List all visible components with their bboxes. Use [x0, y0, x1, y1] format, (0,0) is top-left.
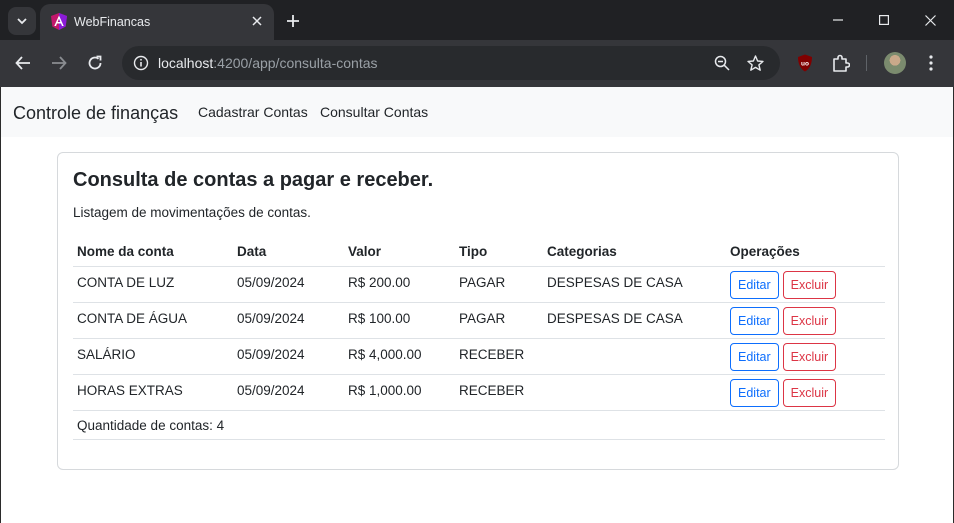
table-row: HORAS EXTRAS 05/09/2024 R$ 1,000.00 RECE…: [73, 374, 885, 411]
delete-button[interactable]: Excluir: [782, 270, 837, 299]
reload-button[interactable]: [82, 50, 108, 76]
column-header: Nome da conta: [73, 234, 233, 267]
cell-valor: R$ 1,000.00: [344, 374, 455, 411]
browser-window: WebFinancas localhost:4200/app/consulta-…: [0, 0, 954, 523]
minimize-icon: [833, 19, 843, 21]
cell-valor: R$ 4,000.00: [344, 338, 455, 375]
contas-table: Nome da conta Data Valor Tipo Categorias…: [73, 234, 885, 440]
table-footer-row: Quantidade de contas: 4: [73, 410, 885, 440]
browser-toolbar: localhost:4200/app/consulta-contas uo: [0, 40, 954, 87]
cell-operacoes: Editar Excluir: [726, 302, 885, 339]
delete-button[interactable]: Excluir: [782, 378, 837, 407]
bookmark-button[interactable]: [745, 53, 765, 73]
nav-link-consultar[interactable]: Consultar Contas: [320, 104, 428, 120]
contas-card: Consulta de contas a pagar e receber. Li…: [57, 152, 899, 470]
column-header: Data: [233, 234, 344, 267]
close-window-button[interactable]: [910, 6, 950, 34]
star-icon: [746, 54, 764, 71]
close-icon: [252, 16, 262, 26]
table-row: CONTA DE LUZ 05/09/2024 R$ 200.00 PAGAR …: [73, 266, 885, 303]
ublock-origin-icon[interactable]: uo: [797, 54, 813, 72]
puzzle-icon: [833, 54, 850, 72]
new-tab-button[interactable]: [282, 10, 304, 32]
contas-count: Quantidade de contas: 4: [73, 410, 885, 440]
navbar: Controle de finanças Cadastrar Contas Co…: [1, 87, 953, 137]
site-info-button[interactable]: [131, 53, 151, 73]
chevron-down-icon: [17, 18, 27, 25]
url-host: localhost: [158, 55, 214, 71]
edit-button[interactable]: Editar: [730, 270, 779, 299]
maximize-icon: [879, 15, 889, 25]
tab-close-button[interactable]: [248, 12, 266, 30]
column-header: Valor: [344, 234, 455, 267]
edit-button[interactable]: Editar: [730, 306, 779, 335]
zoom-button[interactable]: [712, 53, 732, 73]
delete-button[interactable]: Excluir: [782, 306, 837, 335]
cell-operacoes: Editar Excluir: [726, 338, 885, 375]
tab-title: WebFinancas: [74, 15, 151, 29]
cell-nome: HORAS EXTRAS: [73, 374, 233, 411]
cell-valor: R$ 100.00: [344, 302, 455, 339]
address-bar[interactable]: localhost:4200/app/consulta-contas: [122, 46, 780, 80]
arrow-right-icon: [52, 56, 67, 70]
cell-categoria: [543, 374, 726, 411]
maximize-button[interactable]: [864, 6, 904, 34]
minimize-button[interactable]: [818, 6, 858, 34]
cell-tipo: PAGAR: [455, 302, 543, 339]
cell-categoria: DESPESAS DE CASA: [543, 266, 726, 303]
edit-button[interactable]: Editar: [730, 378, 779, 407]
menu-button[interactable]: [920, 52, 942, 74]
cell-tipo: PAGAR: [455, 266, 543, 303]
cell-tipo: RECEBER: [455, 374, 543, 411]
table-row: SALÁRIO 05/09/2024 R$ 4,000.00 RECEBER E…: [73, 338, 885, 375]
cell-categoria: DESPESAS DE CASA: [543, 302, 726, 339]
cell-data: 05/09/2024: [233, 266, 344, 303]
kebab-menu-icon: [929, 55, 933, 71]
info-icon: [133, 55, 149, 71]
cell-nome: SALÁRIO: [73, 338, 233, 375]
cell-operacoes: Editar Excluir: [726, 374, 885, 411]
edit-button[interactable]: Editar: [730, 342, 779, 371]
reload-icon: [88, 55, 102, 70]
delete-button[interactable]: Excluir: [782, 342, 837, 371]
svg-text:uo: uo: [801, 61, 809, 68]
nav-link-cadastrar[interactable]: Cadastrar Contas: [198, 104, 308, 120]
cell-valor: R$ 200.00: [344, 266, 455, 303]
page-subtitle: Listagem de movimentações de contas.: [73, 205, 311, 220]
cell-data: 05/09/2024: [233, 302, 344, 339]
profile-avatar[interactable]: [884, 52, 906, 74]
cell-data: 05/09/2024: [233, 338, 344, 375]
cell-nome: CONTA DE ÁGUA: [73, 302, 233, 339]
back-button[interactable]: [10, 50, 36, 76]
web-page: Controle de finanças Cadastrar Contas Co…: [0, 87, 954, 523]
cell-data: 05/09/2024: [233, 374, 344, 411]
tab-webfinancas[interactable]: WebFinancas: [40, 4, 274, 40]
navbar-brand[interactable]: Controle de finanças: [13, 103, 178, 124]
column-header: Operações: [726, 234, 885, 267]
column-header: Tipo: [455, 234, 543, 267]
column-header: Categorias: [543, 234, 726, 267]
zoom-out-icon: [714, 55, 730, 71]
arrow-left-icon: [15, 56, 30, 70]
cell-tipo: RECEBER: [455, 338, 543, 375]
forward-button[interactable]: [46, 50, 72, 76]
angular-logo-icon: [51, 13, 67, 30]
table-header-row: Nome da conta Data Valor Tipo Categorias…: [73, 234, 885, 267]
plus-icon: [287, 15, 299, 27]
tab-strip: WebFinancas: [0, 0, 954, 40]
table-row: CONTA DE ÁGUA 05/09/2024 R$ 100.00 PAGAR…: [73, 302, 885, 339]
url-path: :4200/app/consulta-contas: [213, 55, 378, 71]
page-title: Consulta de contas a pagar e receber.: [73, 169, 434, 191]
toolbar-separator: [866, 55, 867, 71]
url-text: localhost:4200/app/consulta-contas: [158, 55, 378, 71]
cell-nome: CONTA DE LUZ: [73, 266, 233, 303]
cell-categoria: [543, 338, 726, 375]
extensions-button[interactable]: [830, 52, 852, 74]
close-icon: [924, 14, 936, 26]
tab-search-button[interactable]: [8, 7, 36, 35]
cell-operacoes: Editar Excluir: [726, 266, 885, 303]
